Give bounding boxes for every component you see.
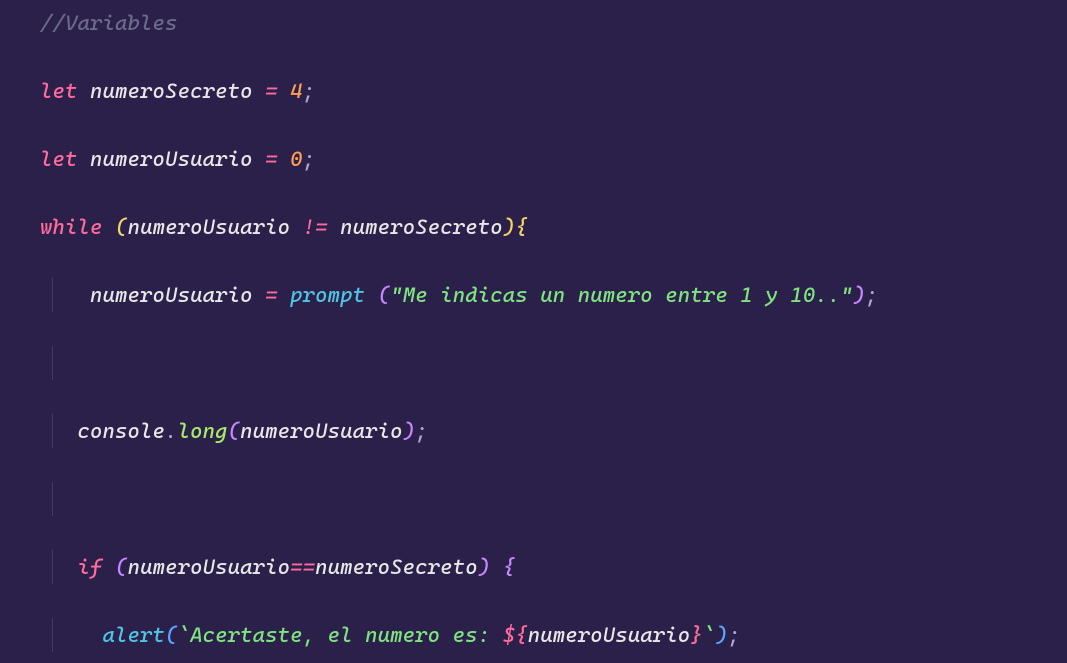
identifier: numeroUsuario	[90, 147, 253, 171]
identifier: console	[78, 419, 166, 443]
identifier: numeroSecreto	[90, 79, 253, 103]
semicolon: ;	[303, 79, 316, 103]
comment: //Variables	[40, 11, 178, 35]
code-line: console.long(numeroUsuario);	[0, 414, 1067, 448]
identifier: numeroSecreto	[315, 555, 478, 579]
code-line	[0, 482, 1067, 516]
semicolon: ;	[728, 623, 741, 647]
string-literal: "Me indicas un numero entre 1 y 10.."	[390, 283, 853, 307]
template-literal: `	[703, 623, 716, 647]
brace-open: {	[515, 215, 528, 239]
semicolon: ;	[303, 147, 316, 171]
keyword-if: if	[78, 555, 103, 579]
identifier: numeroUsuario	[240, 419, 403, 443]
operator: =	[265, 79, 278, 103]
number-literal: 4	[290, 79, 303, 103]
code-line: let numeroSecreto = 4;	[0, 74, 1067, 108]
semicolon: ;	[415, 419, 428, 443]
identifier: numeroUsuario	[128, 555, 291, 579]
operator: =	[265, 283, 278, 307]
template-literal: `Acertaste, el numero es:	[178, 623, 503, 647]
paren-open: (	[378, 283, 391, 307]
code-line: if (numeroUsuario==numeroSecreto) {	[0, 550, 1067, 584]
paren-close: )	[478, 555, 491, 579]
paren-close: )	[503, 215, 516, 239]
template-interp-open: ${	[503, 623, 528, 647]
identifier: numeroUsuario	[528, 623, 691, 647]
code-line: numeroUsuario = prompt ("Me indicas un n…	[0, 278, 1067, 312]
paren-close: )	[853, 283, 866, 307]
semicolon: ;	[865, 283, 878, 307]
paren-open: (	[115, 215, 128, 239]
operator: !=	[303, 215, 328, 239]
number-literal: 0	[290, 147, 303, 171]
paren-close: )	[403, 419, 416, 443]
brace-open: {	[503, 555, 516, 579]
keyword-let: let	[40, 79, 78, 103]
keyword-while: while	[40, 215, 103, 239]
operator: =	[265, 147, 278, 171]
paren-close: )	[715, 623, 728, 647]
method-call: long	[178, 419, 228, 443]
paren-open: (	[228, 419, 241, 443]
keyword-let: let	[40, 147, 78, 171]
identifier: numeroSecreto	[340, 215, 503, 239]
paren-open: (	[165, 623, 178, 647]
identifier: numeroUsuario	[90, 283, 253, 307]
code-line: let numeroUsuario = 0;	[0, 142, 1067, 176]
code-line: alert(`Acertaste, el numero es: ${numero…	[0, 618, 1067, 652]
code-line	[0, 346, 1067, 380]
code-editor[interactable]: //Variables let numeroSecreto = 4; let n…	[0, 0, 1067, 663]
code-line: while (numeroUsuario != numeroSecreto){	[0, 210, 1067, 244]
code-line: //Variables	[0, 6, 1067, 40]
function-call: prompt	[290, 283, 365, 307]
function-call: alert	[103, 623, 166, 647]
operator: ==	[290, 555, 315, 579]
template-interp-close: }	[690, 623, 703, 647]
dot: .	[165, 419, 178, 443]
paren-open: (	[115, 555, 128, 579]
identifier: numeroUsuario	[128, 215, 291, 239]
